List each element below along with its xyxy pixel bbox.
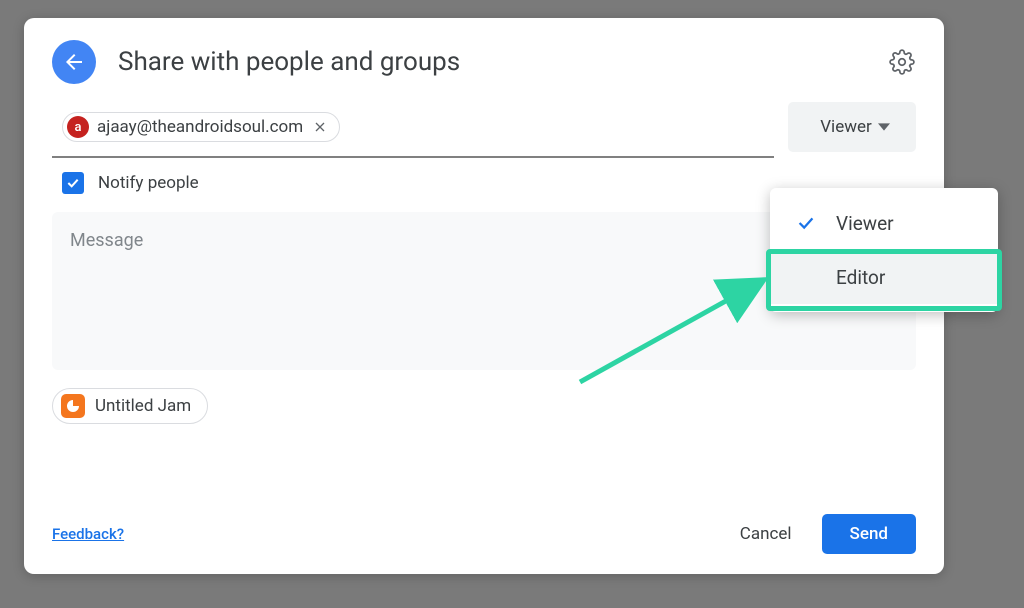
role-label: Viewer — [820, 117, 872, 137]
remove-recipient-button[interactable] — [311, 118, 329, 136]
role-option-viewer[interactable]: Viewer — [770, 196, 998, 250]
dialog-header: Share with people and groups — [52, 40, 916, 84]
attachment-row: Untitled Jam — [52, 388, 916, 424]
send-button[interactable]: Send — [822, 514, 916, 554]
check-icon — [65, 175, 81, 191]
close-icon — [312, 119, 328, 135]
attachment-chip[interactable]: Untitled Jam — [52, 388, 208, 424]
cancel-button[interactable]: Cancel — [720, 514, 812, 554]
recipient-avatar: a — [67, 116, 89, 138]
role-dropdown-menu: Viewer Editor — [770, 188, 998, 312]
dialog-title: Share with people and groups — [118, 47, 888, 77]
role-option-editor[interactable]: Editor — [770, 250, 998, 304]
recipient-input-area[interactable]: a ajaay@theandroidsoul.com — [52, 102, 774, 158]
role-option-label: Viewer — [836, 212, 894, 235]
attachment-name: Untitled Jam — [95, 396, 191, 416]
notify-label: Notify people — [98, 173, 199, 193]
selected-check-icon — [794, 212, 818, 234]
back-arrow-icon — [62, 50, 86, 74]
dialog-footer: Feedback? Cancel Send — [52, 514, 916, 554]
role-option-label: Editor — [836, 266, 885, 289]
role-dropdown-button[interactable]: Viewer — [788, 102, 916, 152]
jamboard-icon — [61, 394, 85, 418]
feedback-link[interactable]: Feedback? — [52, 525, 124, 543]
message-placeholder: Message — [70, 230, 143, 251]
recipient-row: a ajaay@theandroidsoul.com Viewer — [52, 102, 916, 158]
recipient-chip[interactable]: a ajaay@theandroidsoul.com — [62, 112, 340, 142]
settings-button[interactable] — [888, 48, 916, 76]
back-button[interactable] — [52, 40, 96, 84]
gear-icon — [889, 49, 915, 75]
caret-down-icon — [878, 121, 890, 133]
recipient-email: ajaay@theandroidsoul.com — [97, 117, 303, 137]
notify-checkbox[interactable] — [62, 172, 84, 194]
